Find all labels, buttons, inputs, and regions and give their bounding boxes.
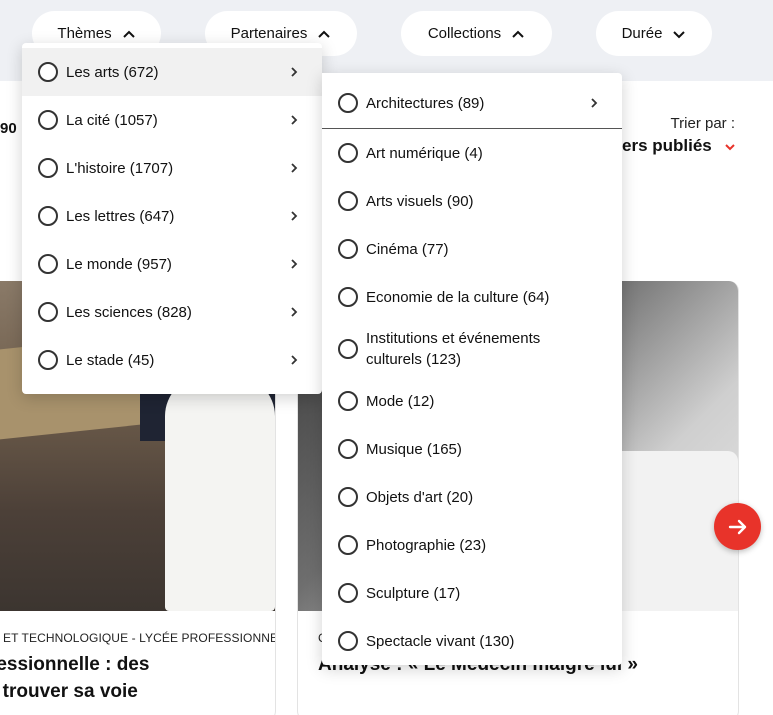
radio-button[interactable] bbox=[38, 62, 58, 82]
arts-option[interactable]: Objets d'art (20) bbox=[322, 473, 622, 521]
chevron-right-icon bbox=[291, 211, 298, 221]
theme-option-label: Le stade (45) bbox=[66, 351, 155, 369]
chevron-up-icon bbox=[318, 30, 331, 38]
sort-label: Trier par : bbox=[670, 115, 735, 132]
radio-button[interactable] bbox=[38, 302, 58, 322]
radio-button[interactable] bbox=[338, 191, 358, 211]
arts-option-label: Institutions et événements culturels (12… bbox=[366, 330, 541, 368]
radio-button[interactable] bbox=[338, 143, 358, 163]
arts-option-label: Economie de la culture (64) bbox=[366, 288, 550, 306]
card-title-line: r trouver sa voie bbox=[0, 681, 138, 702]
chevron-right-icon bbox=[291, 307, 298, 317]
arts-option[interactable]: Mode (12) bbox=[322, 377, 622, 425]
theme-option[interactable]: La cité (1057) bbox=[22, 96, 322, 144]
arts-option[interactable]: Architectures (89) bbox=[322, 78, 622, 129]
card-title-line: fessionnelle : des bbox=[0, 654, 150, 675]
radio-button[interactable] bbox=[38, 110, 58, 130]
arts-option-label: Mode (12) bbox=[366, 392, 435, 410]
theme-option-label: La cité (1057) bbox=[66, 111, 158, 129]
radio-button[interactable] bbox=[338, 487, 358, 507]
arts-option[interactable]: Institutions et événements culturels (12… bbox=[322, 321, 622, 377]
theme-option-label: Les sciences (828) bbox=[66, 303, 192, 321]
arts-option-label: Photographie (23) bbox=[366, 536, 487, 554]
chevron-up-icon bbox=[512, 30, 524, 38]
theme-option-label: L'histoire (1707) bbox=[66, 159, 174, 177]
collections-filter-button[interactable]: Collections bbox=[401, 11, 552, 56]
radio-button[interactable] bbox=[38, 158, 58, 178]
theme-option[interactable]: Le stade (45) bbox=[22, 336, 322, 384]
themes-filter-label: Thèmes bbox=[57, 25, 112, 42]
arts-option[interactable]: Arts visuels (90) bbox=[322, 177, 622, 225]
chevron-right-icon bbox=[591, 98, 598, 108]
radio-button[interactable] bbox=[338, 339, 358, 359]
arts-option[interactable]: Photographie (23) bbox=[322, 521, 622, 569]
carousel-next-button[interactable] bbox=[714, 503, 761, 550]
duration-filter-button[interactable]: Durée bbox=[596, 11, 712, 56]
partners-filter-label: Partenaires bbox=[230, 25, 308, 42]
radio-button[interactable] bbox=[338, 631, 358, 651]
chevron-right-icon bbox=[291, 163, 298, 173]
arts-option[interactable]: Art numérique (4) bbox=[322, 129, 622, 177]
chevron-down-icon[interactable] bbox=[724, 141, 736, 153]
radio-button[interactable] bbox=[338, 239, 358, 259]
chevron-up-icon bbox=[122, 30, 135, 38]
radio-button[interactable] bbox=[38, 254, 58, 274]
arts-option-label: Art numérique (4) bbox=[366, 144, 483, 162]
arts-option[interactable]: Musique (165) bbox=[322, 425, 622, 473]
radio-button[interactable] bbox=[338, 439, 358, 459]
arts-option-label: Architectures (89) bbox=[366, 94, 485, 112]
chevron-right-icon bbox=[291, 259, 298, 269]
theme-option-label: Les arts (672) bbox=[66, 63, 159, 81]
theme-option-label: Le monde (957) bbox=[66, 255, 172, 273]
radio-button[interactable] bbox=[38, 350, 58, 370]
theme-option[interactable]: Le monde (957) bbox=[22, 240, 322, 288]
arts-option-label: Sculpture (17) bbox=[366, 584, 461, 602]
chevron-right-icon bbox=[291, 67, 298, 77]
theme-option-label: Les lettres (647) bbox=[66, 207, 175, 225]
arts-option-label: Cinéma (77) bbox=[366, 240, 449, 258]
chevron-right-icon bbox=[291, 355, 298, 365]
themes-dropdown: Les arts (672) La cité (1057) L'histoire… bbox=[22, 43, 322, 394]
arts-option-label: Spectacle vivant (130) bbox=[366, 632, 515, 650]
chevron-right-icon bbox=[291, 115, 298, 125]
arts-option[interactable]: Spectacle vivant (130) bbox=[322, 617, 622, 665]
arts-option[interactable]: Cinéma (77) bbox=[322, 225, 622, 273]
arts-option[interactable]: Economie de la culture (64) bbox=[322, 273, 622, 321]
arrow-right-icon bbox=[728, 519, 746, 534]
arts-option-label: Arts visuels (90) bbox=[366, 192, 474, 210]
arts-submenu: Architectures (89) Art numérique (4) Art… bbox=[322, 73, 622, 665]
arts-option-label: Objets d'art (20) bbox=[366, 488, 474, 506]
arts-option-label: Musique (165) bbox=[366, 440, 462, 458]
radio-button[interactable] bbox=[338, 287, 358, 307]
radio-button[interactable] bbox=[338, 391, 358, 411]
card-title[interactable]: fessionnelle : des r trouver sa voie bbox=[0, 651, 149, 705]
chevron-down-icon bbox=[673, 30, 686, 38]
page: Thèmes Partenaires Collections Durée 90 … bbox=[0, 0, 773, 715]
results-count: 90 bbox=[0, 120, 17, 137]
theme-option[interactable]: Les sciences (828) bbox=[22, 288, 322, 336]
sort-select[interactable]: ers publiés bbox=[622, 136, 712, 156]
radio-button[interactable] bbox=[338, 93, 358, 113]
theme-option[interactable]: Les lettres (647) bbox=[22, 192, 322, 240]
theme-option[interactable]: Les arts (672) bbox=[22, 48, 322, 96]
card-image-detail bbox=[165, 376, 275, 611]
radio-button[interactable] bbox=[338, 583, 358, 603]
card-tag: ET TECHNOLOGIQUE - LYCÉE PROFESSIONNEL bbox=[3, 631, 276, 645]
theme-option[interactable]: L'histoire (1707) bbox=[22, 144, 322, 192]
radio-button[interactable] bbox=[338, 535, 358, 555]
duration-filter-label: Durée bbox=[621, 25, 663, 42]
radio-button[interactable] bbox=[38, 206, 58, 226]
arts-option[interactable]: Sculpture (17) bbox=[322, 569, 622, 617]
collections-filter-label: Collections bbox=[427, 25, 502, 42]
